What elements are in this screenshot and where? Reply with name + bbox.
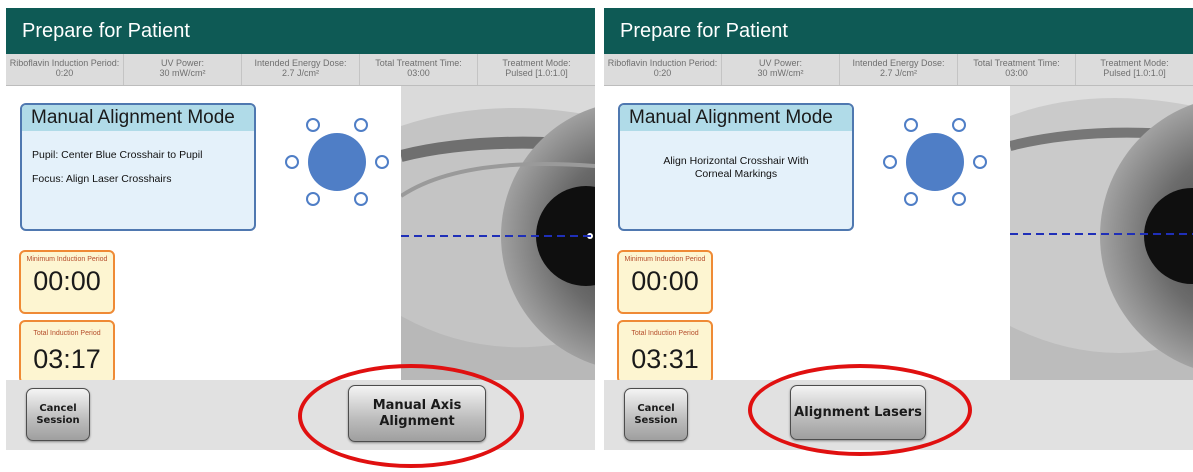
- param-label: Intended Energy Dose:: [254, 58, 347, 68]
- manual-axis-alignment-button[interactable]: Manual Axis Alignment: [348, 385, 486, 442]
- param-uv-power: UV Power: 30 mW/cm²: [722, 54, 840, 85]
- total-induction-timer: Total Induction Period 03:17: [19, 320, 115, 384]
- param-label: Riboflavin Induction Period:: [607, 58, 718, 68]
- param-label: Total Treatment Time:: [375, 58, 462, 68]
- minimum-induction-timer: Minimum Induction Period 00:00: [19, 250, 115, 314]
- param-treatment-time: Total Treatment Time: 03:00: [958, 54, 1076, 85]
- param-label: Treatment Mode:: [1100, 58, 1169, 68]
- param-riboflavin: Riboflavin Induction Period: 0:20: [6, 54, 124, 85]
- param-energy-dose: Intended Energy Dose: 2.7 J/cm²: [242, 54, 360, 85]
- alignment-mode-title: Manual Alignment Mode: [620, 105, 852, 131]
- alignment-lasers-button[interactable]: Alignment Lasers: [790, 385, 926, 440]
- param-treatment-time: Total Treatment Time: 03:00: [360, 54, 478, 85]
- eye-image: [1010, 86, 1193, 380]
- footer-bar: Cancel Session Alignment Lasers: [604, 380, 1193, 450]
- timer-value: 00:00: [33, 266, 101, 296]
- param-label: UV Power:: [758, 58, 802, 68]
- timer-label: Minimum Induction Period: [26, 256, 108, 263]
- param-value: 03:00: [1005, 68, 1028, 78]
- total-induction-timer: Total Induction Period 03:31: [617, 320, 713, 384]
- instruction-pupil: Pupil: Center Blue Crosshair to Pupil: [32, 149, 203, 161]
- timer-label: Total Induction Period: [33, 330, 101, 337]
- param-treatment-mode: Treatment Mode: Pulsed [1.0:1.0]: [478, 54, 595, 85]
- minimum-induction-timer: Minimum Induction Period 00:00: [617, 250, 713, 314]
- param-label: Riboflavin Induction Period:: [9, 58, 120, 68]
- param-value: Pulsed [1.0:1.0]: [1103, 68, 1166, 78]
- param-label: Intended Energy Dose:: [852, 58, 945, 68]
- param-value: 0:20: [653, 68, 672, 78]
- timer-value: 03:17: [33, 344, 101, 374]
- param-treatment-mode: Treatment Mode: Pulsed [1.0:1.0]: [1076, 54, 1193, 85]
- param-value: 30 mW/cm²: [757, 68, 804, 78]
- alignment-mode-box: Manual Alignment Mode Align Horizontal C…: [618, 103, 854, 231]
- page-title: Prepare for Patient: [6, 8, 595, 54]
- param-value: 2.7 J/cm²: [281, 68, 319, 78]
- instruction-focus: Focus: Align Laser Crosshairs: [32, 173, 172, 185]
- cancel-session-button[interactable]: Cancel Session: [26, 388, 90, 441]
- footer-bar: Cancel Session Manual Axis Alignment: [6, 380, 595, 450]
- timer-value: 00:00: [631, 266, 699, 296]
- screen-right: Prepare for Patient Riboflavin Induction…: [604, 8, 1193, 450]
- treatment-parameters-bar: Riboflavin Induction Period: 0:20 UV Pow…: [604, 54, 1193, 86]
- param-energy-dose: Intended Energy Dose: 2.7 J/cm²: [840, 54, 958, 85]
- param-value: 0:20: [55, 68, 74, 78]
- timer-label: Minimum Induction Period: [624, 256, 706, 263]
- alignment-target-icon: [882, 116, 988, 208]
- main-content: Manual Alignment Mode Align Horizontal C…: [604, 86, 1193, 384]
- alignment-mode-box: Manual Alignment Mode Pupil: Center Blue…: [20, 103, 256, 231]
- timer-value: 03:31: [631, 344, 699, 374]
- instruction-horizontal-crosshair: Align Horizontal Crosshair With Corneal …: [663, 155, 809, 180]
- alignment-mode-title: Manual Alignment Mode: [22, 105, 254, 131]
- param-value: 03:00: [407, 68, 430, 78]
- alignment-target-icon: [284, 116, 390, 208]
- screen-left: Prepare for Patient Riboflavin Induction…: [6, 8, 595, 450]
- param-label: UV Power:: [160, 58, 204, 68]
- param-uv-power: UV Power: 30 mW/cm²: [124, 54, 242, 85]
- param-value: Pulsed [1.0:1.0]: [505, 68, 568, 78]
- param-value: 2.7 J/cm²: [879, 68, 917, 78]
- treatment-parameters-bar: Riboflavin Induction Period: 0:20 UV Pow…: [6, 54, 595, 86]
- timer-label: Total Induction Period: [631, 330, 699, 337]
- eye-image: [401, 86, 595, 380]
- param-value: 30 mW/cm²: [159, 68, 206, 78]
- param-label: Total Treatment Time:: [973, 58, 1060, 68]
- param-riboflavin: Riboflavin Induction Period: 0:20: [604, 54, 722, 85]
- cancel-session-button[interactable]: Cancel Session: [624, 388, 688, 441]
- main-content: Manual Alignment Mode Pupil: Center Blue…: [6, 86, 595, 384]
- page-title: Prepare for Patient: [604, 8, 1193, 54]
- param-label: Treatment Mode:: [502, 58, 571, 68]
